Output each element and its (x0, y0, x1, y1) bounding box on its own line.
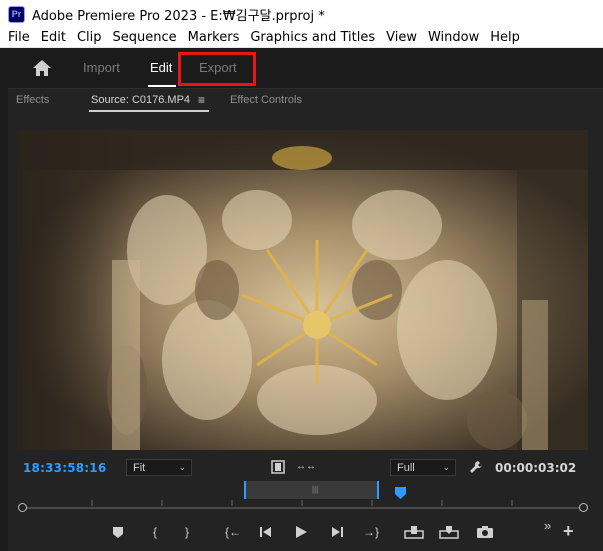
out-point-handle[interactable] (579, 503, 588, 512)
panel-menu-icon[interactable]: ≡ (198, 93, 205, 107)
playback-resolution-value: Full (397, 461, 415, 474)
zoom-level-value: Fit (133, 461, 146, 474)
chevron-down-icon: ⌄ (178, 462, 186, 472)
tab-source[interactable]: Source: C0176.MP4 (91, 94, 190, 106)
menu-clip[interactable]: Clip (73, 30, 107, 45)
insert-icon[interactable] (404, 523, 424, 541)
menu-edit[interactable]: Edit (37, 30, 71, 45)
menu-help[interactable]: Help (486, 30, 525, 45)
source-tab-indicator (89, 110, 209, 112)
video-preview[interactable] (17, 130, 588, 450)
chevron-down-icon: ⌄ (442, 462, 450, 472)
home-icon[interactable] (32, 59, 52, 77)
mark-in-icon[interactable]: { (150, 523, 160, 541)
export-highlight-box (178, 52, 256, 86)
playhead-timecode[interactable]: 18:33:58:16 (23, 461, 106, 475)
menu-view[interactable]: View (382, 30, 422, 45)
menu-markers[interactable]: Markers (184, 30, 245, 45)
go-to-in-icon[interactable]: {← (224, 523, 242, 541)
export-frame-icon[interactable] (476, 523, 494, 541)
tab-edit[interactable]: Edit (150, 60, 172, 75)
timeline-track[interactable] (22, 507, 584, 509)
add-marker-icon[interactable] (112, 523, 124, 541)
zoom-level-select[interactable]: Fit ⌄ (126, 459, 192, 476)
menu-bar: File Edit Clip Sequence Markers Graphics… (0, 28, 603, 48)
menu-window[interactable]: Window (424, 30, 484, 45)
wrench-icon[interactable] (468, 459, 484, 475)
button-editor-icon[interactable]: » (544, 518, 551, 533)
title-bar: Pr Adobe Premiere Pro 2023 - E:₩김구달.prpr… (0, 0, 603, 28)
clip-duration: 00:00:03:02 (495, 461, 577, 475)
step-back-icon[interactable] (259, 523, 273, 541)
workspace-header: Import Edit Export (0, 48, 603, 88)
in-point-handle[interactable] (18, 503, 27, 512)
menu-sequence[interactable]: Sequence (109, 30, 182, 45)
add-button-icon[interactable]: + (563, 522, 574, 540)
window-title: Adobe Premiere Pro 2023 - E:₩김구달.prproj … (32, 8, 325, 24)
tab-effects[interactable]: Effects (16, 94, 49, 106)
scrollbar-grip-icon[interactable]: ||| (312, 485, 318, 494)
drag-audio-icon[interactable]: ↔↔ (296, 461, 316, 472)
mark-out-icon[interactable]: } (182, 523, 192, 541)
film-strip-icon[interactable] (271, 460, 285, 474)
baroque-altar-frame (17, 130, 588, 450)
overwrite-icon[interactable] (439, 523, 459, 541)
menu-file[interactable]: File (4, 30, 35, 45)
edit-tab-indicator (148, 85, 176, 87)
play-icon[interactable] (294, 523, 308, 541)
premiere-logo-icon: Pr (8, 5, 25, 23)
step-forward-icon[interactable] (330, 523, 344, 541)
playback-resolution-select[interactable]: Full ⌄ (390, 459, 456, 476)
left-panel-edge (0, 88, 8, 551)
panel-tab-bar: Effects Source: C0176.MP4 ≡ Effect Contr… (8, 88, 603, 114)
tab-effect-controls[interactable]: Effect Controls (230, 94, 302, 106)
time-ruler[interactable] (22, 496, 584, 506)
tab-import[interactable]: Import (83, 60, 120, 75)
go-to-out-icon[interactable]: →} (362, 523, 380, 541)
menu-graphics-and-titles[interactable]: Graphics and Titles (246, 30, 380, 45)
